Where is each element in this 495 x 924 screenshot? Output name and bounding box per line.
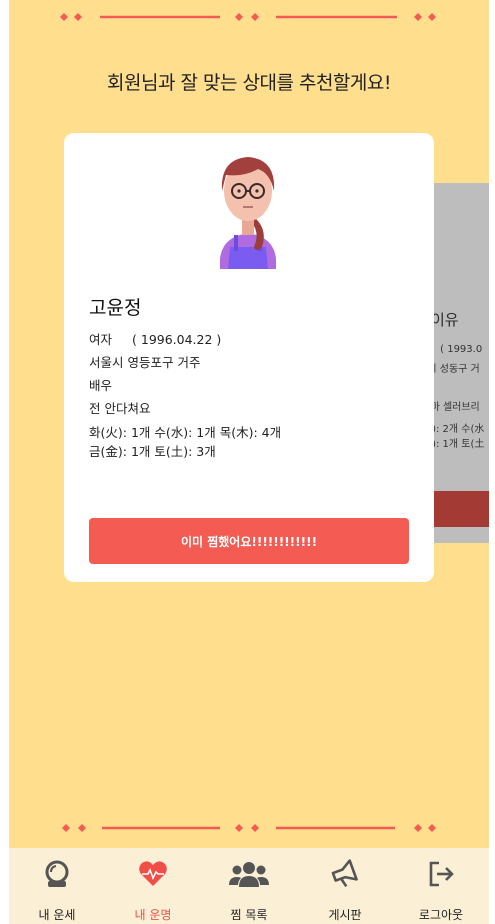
nav-logout[interactable]: 로그아웃 bbox=[393, 848, 489, 924]
profile-address: 서울시 영등포구 거주 bbox=[89, 355, 201, 370]
logout-icon bbox=[429, 861, 454, 887]
nav-liked-list-label: 찜 목록 bbox=[230, 908, 268, 922]
next-card-name: 이유 bbox=[431, 311, 459, 329]
match-card: 고윤정 여자 ( 1996.04.22 ) 서울시 영등포구 거주 배우 전 안다… bbox=[64, 133, 434, 582]
nav-logout-label: 로그아웃 bbox=[418, 908, 464, 922]
nav-my-fortune-label: 내 운세 bbox=[38, 908, 76, 922]
already-liked-button[interactable]: 이미 찜했어요!!!!!!!!!!!! bbox=[89, 518, 409, 564]
profile-elements-line1: 화(火): 1개 수(水): 1개 목(木): 4개 bbox=[89, 425, 282, 440]
profile-birth: ( 1996.04.22 ) bbox=[132, 332, 222, 347]
app-screen: 회원님과 잘 맞는 상대를 추천할게요! 이유 남자 ( 1993.0 서울시 … bbox=[9, 0, 489, 924]
megaphone-icon bbox=[331, 859, 358, 888]
top-ornament bbox=[60, 13, 436, 21]
profile-name: 고윤정 bbox=[89, 297, 142, 319]
profile-job: 배우 bbox=[89, 378, 113, 393]
bottom-ornament bbox=[62, 824, 436, 832]
page-heading: 회원님과 잘 맞는 상대를 추천할게요! bbox=[107, 72, 391, 94]
profile-elements-line2: 금(金): 1개 토(土): 3개 bbox=[89, 444, 216, 459]
bottom-navigation: 내 운세 내 운명 찜 목록 게시판 로그아웃 bbox=[9, 848, 489, 924]
nav-board[interactable]: 게시판 bbox=[297, 848, 393, 924]
crystal-ball-icon bbox=[45, 860, 69, 887]
profile-gender: 여자 bbox=[89, 332, 113, 347]
nav-board-label: 게시판 bbox=[328, 908, 362, 922]
nav-my-fortune[interactable]: 내 운세 bbox=[9, 848, 105, 924]
nav-my-destiny[interactable]: 내 운명 bbox=[105, 848, 201, 924]
nav-liked-list[interactable]: 찜 목록 bbox=[201, 848, 297, 924]
nav-my-destiny-label: 내 운명 bbox=[134, 908, 172, 922]
woman-avatar-icon bbox=[220, 157, 276, 269]
profile-gender-birth: 여자 ( 1996.04.22 ) bbox=[89, 329, 221, 348]
heart-pulse-icon bbox=[139, 861, 167, 886]
users-icon bbox=[229, 862, 269, 887]
profile-intro: 전 안다쳐요 bbox=[89, 401, 151, 416]
